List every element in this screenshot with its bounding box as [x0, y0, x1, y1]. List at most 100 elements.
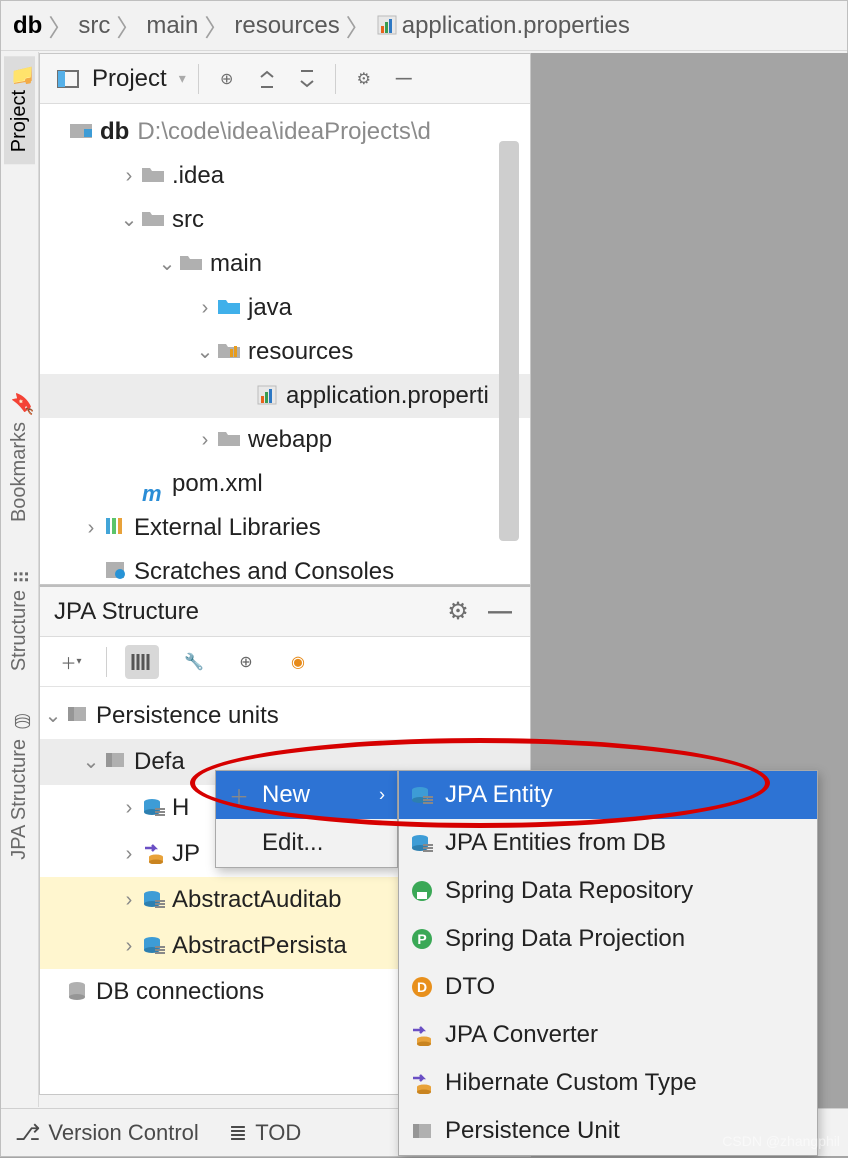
svg-text:P: P — [417, 931, 426, 947]
chevron-down-icon[interactable]: ⌄ — [116, 198, 142, 242]
db-icon — [66, 980, 92, 1004]
tree-label: webapp — [248, 418, 332, 462]
breadcrumb-item[interactable]: application.properties — [402, 12, 630, 40]
tree-row[interactable]: ›java — [40, 286, 530, 330]
chevron-down-icon[interactable]: ▾ — [179, 70, 186, 87]
tool-tab-jpa[interactable]: JPA Structure⛁ — [4, 705, 35, 872]
menu-label: New — [262, 781, 310, 809]
context-menu-new-submenu[interactable]: JPA Entity JPA Entities from DB Spring Dat… — [398, 770, 818, 1156]
tree-row[interactable]: ⌄main — [40, 242, 530, 286]
breadcrumb[interactable]: db〉src〉main〉resources〉application.proper… — [1, 1, 847, 51]
dto-icon: D — [409, 974, 435, 1000]
project-panel: Project ▾ ⊕ ⚙ — db D:\code\idea\ideaProj… — [39, 53, 531, 585]
add-button[interactable]: ＋▾ — [54, 645, 88, 679]
tree-row[interactable]: ⌄ Persistence units — [40, 693, 530, 739]
chevron-down-icon[interactable]: ⌄ — [40, 693, 66, 739]
tree-row[interactable]: mpom.xml — [40, 462, 530, 506]
folder-java-icon — [218, 296, 244, 320]
project-tree[interactable]: db D:\code\idea\ideaProjects\d ›.idea⌄sr… — [40, 104, 530, 585]
chevron-right-icon[interactable]: › — [116, 877, 142, 923]
tree-label: H — [172, 785, 189, 831]
entity-icon — [142, 796, 168, 820]
tree-row[interactable]: ⌄src — [40, 198, 530, 242]
eye-icon[interactable]: ◉ — [281, 645, 315, 679]
tree-row[interactable]: application.properti — [40, 374, 530, 418]
jpa-panel-header: JPA Structure ⚙ — — [40, 587, 530, 637]
project-panel-title: Project — [92, 65, 167, 93]
select-opened-file-button[interactable]: ⊕ — [211, 63, 243, 95]
tree-label: AbstractPersista — [172, 923, 347, 969]
chevron-right-icon: 〉 — [48, 8, 72, 43]
jpa-panel-title: JPA Structure — [54, 598, 199, 626]
menu-item[interactable]: DDTO — [399, 963, 817, 1011]
hide-button[interactable]: — — [484, 596, 516, 628]
proj-icon: P — [409, 926, 435, 952]
chevron-right-icon[interactable]: › — [192, 286, 218, 330]
tree-label: JP — [172, 831, 200, 877]
chevron-right-icon[interactable]: › — [116, 831, 142, 877]
bars-icon[interactable] — [125, 645, 159, 679]
collapse-all-button[interactable] — [291, 63, 323, 95]
breadcrumb-item[interactable]: db — [13, 12, 42, 40]
scrollbar-thumb[interactable] — [499, 141, 519, 541]
tree-row[interactable]: ⌄resources — [40, 330, 530, 374]
chevron-right-icon[interactable]: › — [116, 154, 142, 198]
breadcrumb-item[interactable]: resources — [234, 12, 339, 40]
chevron-right-icon[interactable]: › — [192, 418, 218, 462]
chevron-down-icon[interactable]: ⌄ — [78, 739, 104, 785]
tree-row[interactable]: ›External Libraries — [40, 506, 530, 550]
chevron-down-icon[interactable]: ⌄ — [154, 242, 180, 286]
folder-icon: 📁 — [12, 68, 28, 84]
plus-icon: ＋ — [226, 782, 252, 808]
breadcrumb-item[interactable]: src — [78, 12, 110, 40]
breadcrumb-item[interactable]: main — [146, 12, 198, 40]
chevron-right-icon: 〉 — [204, 8, 228, 43]
folder-icon — [218, 428, 244, 452]
props-icon — [256, 384, 282, 408]
chevron-right-icon: 〉 — [116, 8, 140, 43]
project-root-row[interactable]: db D:\code\idea\ideaProjects\d — [40, 110, 530, 154]
jpa-toolbar: ＋▾ 🔧 ⊕ ◉ — [40, 637, 530, 687]
conv-icon — [142, 842, 168, 866]
conv-icon — [409, 1070, 435, 1096]
tool-tab-bookmarks[interactable]: Bookmarks🔖 — [4, 388, 35, 534]
todo-tab[interactable]: ≣TOD — [229, 1120, 301, 1146]
menu-item[interactable]: JPA Converter — [399, 1011, 817, 1059]
tree-label: Persistence units — [96, 693, 279, 739]
menu-label: Hibernate Custom Type — [445, 1069, 697, 1097]
gear-icon[interactable]: ⚙ — [442, 596, 474, 628]
entity-icon — [409, 830, 435, 856]
tree-row[interactable]: Scratches and Consoles — [40, 550, 530, 585]
entity-icon — [142, 934, 168, 958]
tree-row[interactable]: › webapp — [40, 418, 530, 462]
menu-label: JPA Entities from DB — [445, 829, 666, 857]
project-view-icon[interactable] — [52, 63, 84, 95]
tree-label: DB connections — [96, 969, 264, 1015]
wrench-icon[interactable]: 🔧 — [177, 645, 211, 679]
svg-text:D: D — [417, 979, 427, 995]
expand-all-button[interactable] — [251, 63, 283, 95]
chevron-right-icon[interactable]: › — [116, 785, 142, 831]
menu-label: Persistence Unit — [445, 1117, 620, 1145]
menu-item[interactable]: Hibernate Custom Type — [399, 1059, 817, 1107]
menu-item[interactable]: ＋New› — [216, 771, 397, 819]
tree-row[interactable]: ›.idea — [40, 154, 530, 198]
chevron-right-icon[interactable]: › — [78, 506, 104, 550]
menu-item[interactable]: Edit... — [216, 819, 397, 867]
menu-item[interactable]: JPA Entities from DB — [399, 819, 817, 867]
menu-item[interactable]: Spring Data Repository — [399, 867, 817, 915]
gear-icon[interactable]: ⚙ — [348, 63, 380, 95]
menu-label: Edit... — [262, 829, 323, 857]
version-control-tab[interactable]: ⎇Version Control — [15, 1120, 199, 1146]
target-icon[interactable]: ⊕ — [229, 645, 263, 679]
tool-tab-project[interactable]: Project📁 — [4, 56, 35, 164]
menu-item[interactable]: JPA Entity — [399, 771, 817, 819]
menu-item[interactable]: PSpring Data Projection — [399, 915, 817, 963]
tool-tab-structure[interactable]: Structure⠿ — [4, 556, 35, 683]
chevron-right-icon[interactable]: › — [116, 923, 142, 969]
hide-button[interactable]: — — [388, 63, 420, 95]
jpa-icon: ⛁ — [12, 717, 28, 733]
chevron-down-icon[interactable]: ⌄ — [192, 330, 218, 374]
context-menu-primary[interactable]: ＋New›Edit... — [215, 770, 398, 868]
menu-label: Spring Data Repository — [445, 877, 693, 905]
